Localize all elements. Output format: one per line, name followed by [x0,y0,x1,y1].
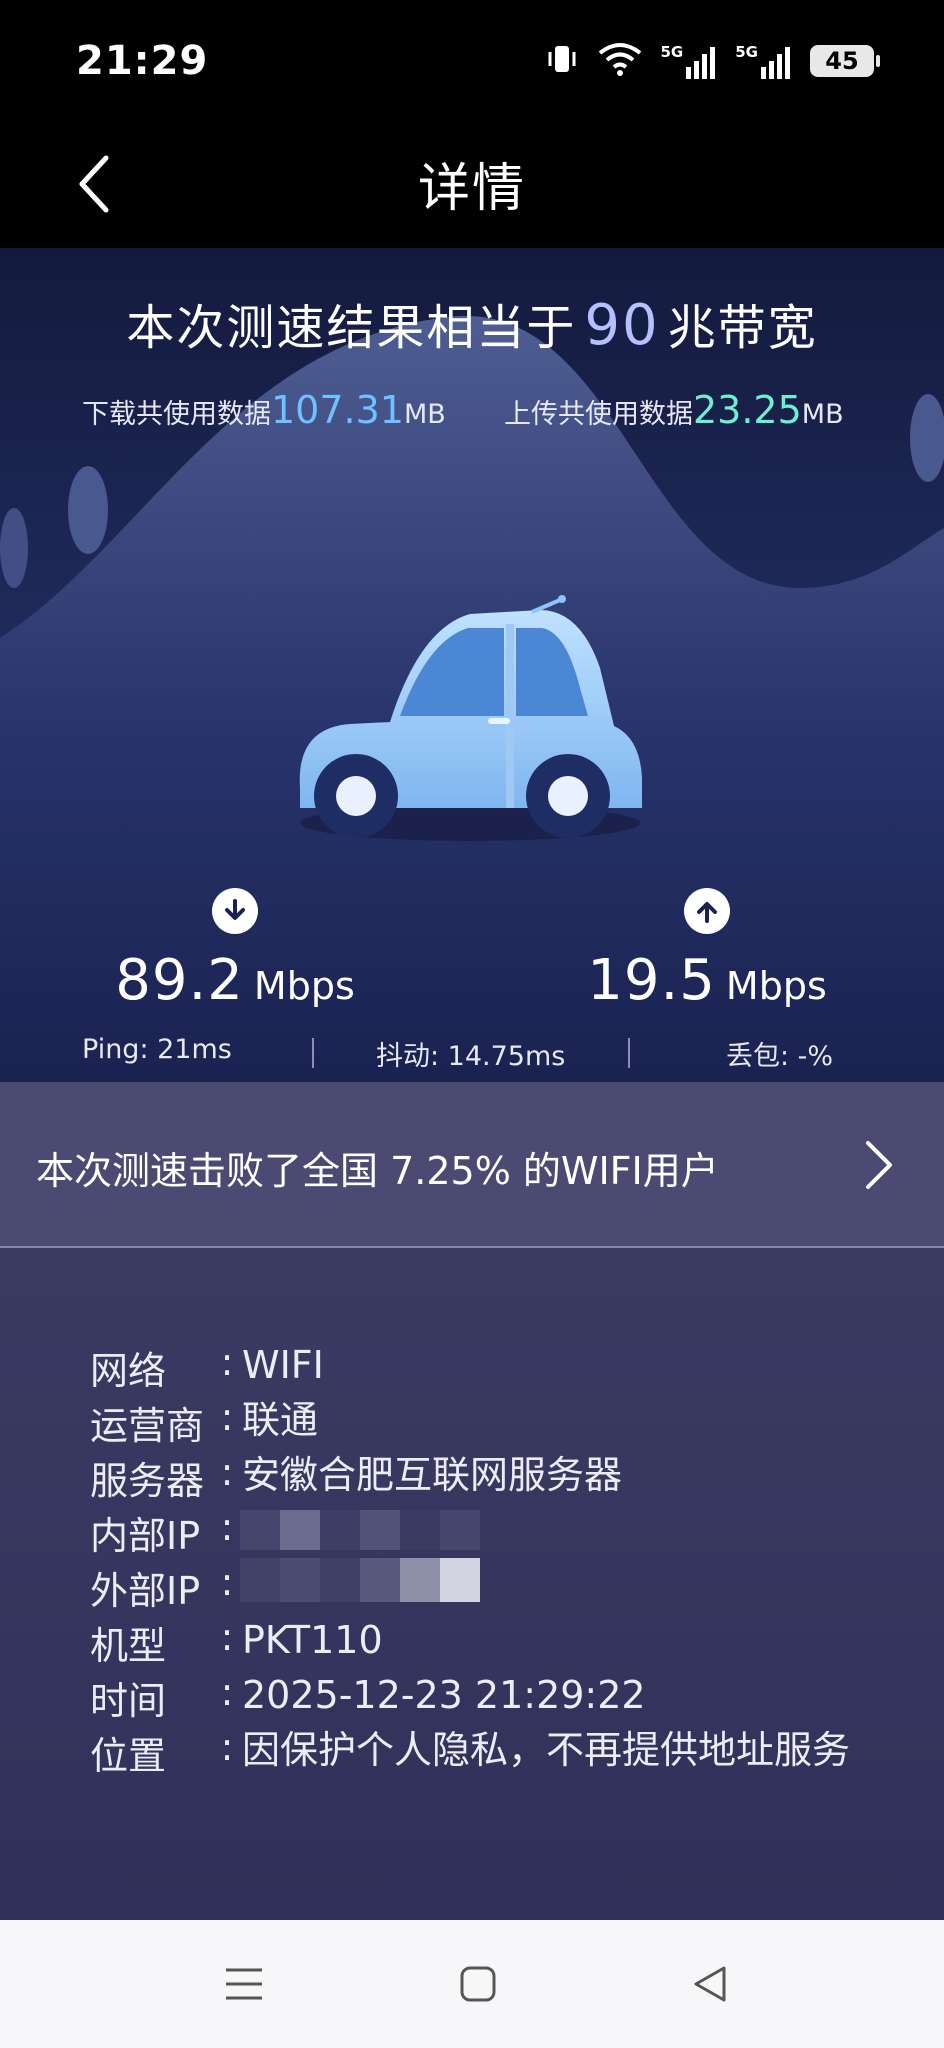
signal-1-label: 5G [660,43,684,61]
arrow-down-circle-icon [212,888,258,934]
title-bar: 详情 [0,120,944,248]
home-button[interactable] [448,1958,508,2010]
info-colon: : [220,1505,234,1549]
upload-usage-label: 上传共使用数据 [504,399,693,430]
battery-icon: 45 [810,45,880,77]
battery-level: 45 [825,47,859,75]
download-speed-unit: Mbps [253,964,355,1008]
download-usage-value: 107.31 [271,388,404,432]
ranking-banner[interactable]: 本次测速击败了全国 7.25% 的WIFI用户 [0,1082,944,1248]
info-colon: : [220,1560,234,1604]
bandwidth-equivalent: 本次测速结果相当于 90 兆带宽 [0,288,944,358]
equiv-suffix: 兆带宽 [667,300,818,356]
status-icons: 5G 5G 45 [545,36,880,86]
download-usage: 下载共使用数据107.31MB [82,388,446,432]
ranking-text: 本次测速击败了全国 7.25% 的WIFI用户 [36,1149,719,1193]
info-value: WIFI [242,1343,324,1387]
upload-speed: 19.5 Mbps [542,888,872,1013]
info-colon: : [220,1395,234,1439]
triangle-back-icon [694,1966,726,2002]
vibrate-icon [545,42,579,80]
info-row-server: 服务器: 安徽合肥互联网服务器 [90,1450,902,1505]
back-nav-button[interactable] [680,1958,740,2010]
download-speed-value: 89.2 [115,948,244,1013]
info-label: 运营商 [90,1404,205,1448]
info-label: 网络 [90,1349,167,1393]
info-row-model: 机型: PKT110 [90,1615,902,1670]
speed-result-hero: 本次测速结果相当于 90 兆带宽 下载共使用数据107.31MB 上传共使用数据23… [0,248,944,1082]
info-row-location: 位置: 因保护个人隐私，不再提供地址服务 [90,1725,882,1780]
info-colon: : [220,1450,234,1494]
upload-usage-value: 23.25 [693,388,802,432]
info-label: 机型 [90,1624,167,1668]
equiv-value: 90 [584,293,660,358]
arrow-up-circle-icon [684,888,730,934]
info-label: 服务器 [90,1459,205,1503]
upload-speed-unit: Mbps [725,964,827,1008]
chevron-right-icon [854,1132,904,1198]
info-row-time: 时间:2025-12-23 21:29:22 [90,1670,902,1725]
info-value: 联通 [242,1398,319,1442]
jitter-metric: 抖动: 14.75ms [376,1041,566,1072]
redacted-external-ip [240,1558,480,1602]
menu-button[interactable] [214,1958,274,2010]
signal-2-label: 5G [735,43,758,61]
redacted-internal-ip [240,1510,480,1550]
metric-divider [628,1038,630,1068]
metrics-row: Ping: 21ms 抖动: 14.75ms 丢包: -% [0,1034,944,1074]
wifi-icon [597,41,643,81]
equiv-prefix: 本次测速结果相当于 [126,300,577,356]
info-value: PKT110 [242,1618,383,1662]
status-bar: 21:29 5G 5G 45 [0,0,944,120]
packet-loss-metric: 丢包: -% [726,1041,834,1072]
page-title: 详情 [417,159,526,219]
info-row-network: 网络: WIFI [90,1340,902,1395]
info-value: 2025-12-23 21:29:22 [242,1673,646,1717]
status-time: 21:29 [76,38,209,84]
info-label: 内部IP [90,1514,201,1558]
info-label: 位置 [90,1734,167,1778]
download-usage-label: 下载共使用数据 [82,399,271,430]
download-usage-unit: MB [403,399,446,430]
info-row-external-ip: 外部IP: [90,1560,902,1615]
ping-metric: Ping: 21ms [82,1034,232,1065]
info-colon: : [220,1670,234,1714]
network-info-panel: 网络: WIFI 运营商: 联通 服务器: 安徽合肥互联网服务器 内部IP: 外部IP… [0,1248,944,1920]
download-speed: 89.2 Mbps [70,888,400,1013]
info-value: 安徽合肥互联网服务器 [242,1453,623,1497]
info-label: 外部IP [90,1569,201,1613]
upload-usage: 上传共使用数据23.25MB [504,388,844,432]
info-colon: : [220,1340,234,1384]
signal-5g-icon-2: 5G [735,43,792,79]
upload-speed-value: 19.5 [587,948,716,1013]
system-nav-bar [0,1920,944,2048]
info-row-carrier: 运营商: 联通 [90,1395,902,1450]
menu-icon [226,1968,262,2000]
info-label: 时间 [90,1679,167,1723]
signal-5g-icon: 5G [661,43,718,79]
info-colon: : [220,1615,234,1659]
info-value: 因保护个人隐私，不再提供地址服务 [242,1728,851,1772]
info-colon: : [220,1725,234,1769]
metric-divider [312,1038,314,1068]
info-row-internal-ip: 内部IP: [90,1505,902,1560]
upload-usage-unit: MB [801,399,844,430]
square-home-icon [460,1966,496,2002]
